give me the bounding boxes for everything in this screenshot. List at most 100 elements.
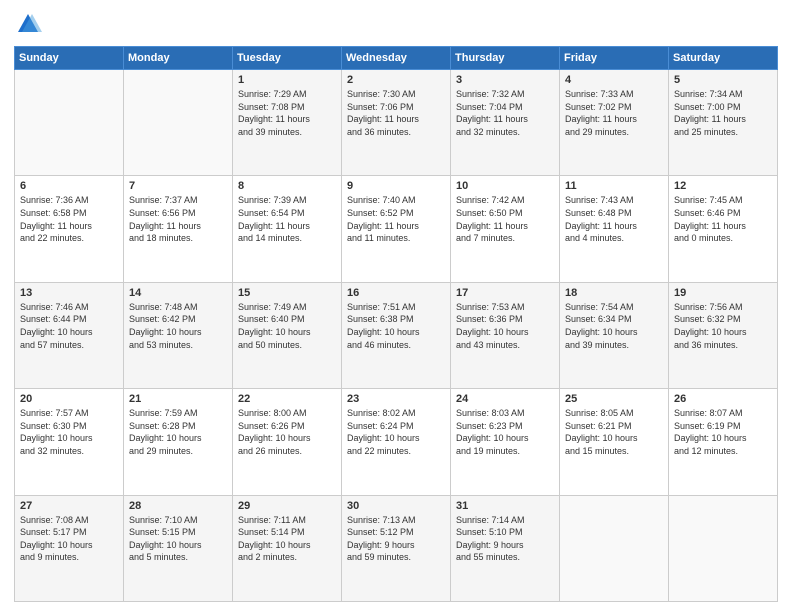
day-info: Sunrise: 8:03 AM Sunset: 6:23 PM Dayligh…: [456, 407, 554, 457]
logo-icon: [14, 10, 42, 38]
day-cell: 2 Sunrise: 7:30 AM Sunset: 7:06 PM Daylig…: [342, 70, 451, 176]
day-number: 9: [347, 180, 445, 192]
calendar: SundayMondayTuesdayWednesdayThursdayFrid…: [14, 46, 778, 602]
day-cell: 5 Sunrise: 7:34 AM Sunset: 7:00 PM Daylig…: [669, 70, 778, 176]
day-info: Sunrise: 8:07 AM Sunset: 6:19 PM Dayligh…: [674, 407, 772, 457]
day-cell: 28 Sunrise: 7:10 AM Sunset: 5:15 PM Dayli…: [124, 495, 233, 601]
day-cell: 3 Sunrise: 7:32 AM Sunset: 7:04 PM Daylig…: [451, 70, 560, 176]
day-cell: 10 Sunrise: 7:42 AM Sunset: 6:50 PM Dayli…: [451, 176, 560, 282]
day-cell: 6 Sunrise: 7:36 AM Sunset: 6:58 PM Daylig…: [15, 176, 124, 282]
day-info: Sunrise: 7:45 AM Sunset: 6:46 PM Dayligh…: [674, 194, 772, 244]
day-number: 21: [129, 393, 227, 405]
day-number: 8: [238, 180, 336, 192]
day-info: Sunrise: 7:40 AM Sunset: 6:52 PM Dayligh…: [347, 194, 445, 244]
day-info: Sunrise: 7:32 AM Sunset: 7:04 PM Dayligh…: [456, 88, 554, 138]
day-cell: 12 Sunrise: 7:45 AM Sunset: 6:46 PM Dayli…: [669, 176, 778, 282]
day-number: 26: [674, 393, 772, 405]
day-cell: 30 Sunrise: 7:13 AM Sunset: 5:12 PM Dayli…: [342, 495, 451, 601]
day-info: Sunrise: 7:51 AM Sunset: 6:38 PM Dayligh…: [347, 301, 445, 351]
weekday-header-friday: Friday: [560, 47, 669, 70]
day-cell: [124, 70, 233, 176]
day-info: Sunrise: 8:05 AM Sunset: 6:21 PM Dayligh…: [565, 407, 663, 457]
weekday-header-tuesday: Tuesday: [233, 47, 342, 70]
day-cell: 16 Sunrise: 7:51 AM Sunset: 6:38 PM Dayli…: [342, 282, 451, 388]
day-cell: 11Sunrise: 7:43 AM Sunset: 6:48 PM Dayli…: [560, 176, 669, 282]
day-number: 31: [456, 500, 554, 512]
day-cell: 14 Sunrise: 7:48 AM Sunset: 6:42 PM Dayli…: [124, 282, 233, 388]
day-cell: 20Sunrise: 7:57 AM Sunset: 6:30 PM Dayli…: [15, 389, 124, 495]
day-info: Sunrise: 8:02 AM Sunset: 6:24 PM Dayligh…: [347, 407, 445, 457]
day-cell: 27 Sunrise: 7:08 AM Sunset: 5:17 PM Dayli…: [15, 495, 124, 601]
day-number: 3: [456, 74, 554, 86]
day-info: Sunrise: 7:39 AM Sunset: 6:54 PM Dayligh…: [238, 194, 336, 244]
day-number: 6: [20, 180, 118, 192]
day-number: 2: [347, 74, 445, 86]
day-cell: 25 Sunrise: 8:05 AM Sunset: 6:21 PM Dayli…: [560, 389, 669, 495]
day-number: 10: [456, 180, 554, 192]
day-info: Sunrise: 7:13 AM Sunset: 5:12 PM Dayligh…: [347, 514, 445, 564]
week-row-5: 27 Sunrise: 7:08 AM Sunset: 5:17 PM Dayli…: [15, 495, 778, 601]
day-cell: 29 Sunrise: 7:11 AM Sunset: 5:14 PM Dayli…: [233, 495, 342, 601]
day-number: 29: [238, 500, 336, 512]
day-number: 19: [674, 287, 772, 299]
day-number: 23: [347, 393, 445, 405]
day-number: 16: [347, 287, 445, 299]
day-number: 22: [238, 393, 336, 405]
day-info: Sunrise: 7:33 AM Sunset: 7:02 PM Dayligh…: [565, 88, 663, 138]
day-cell: 15 Sunrise: 7:49 AM Sunset: 6:40 PM Dayli…: [233, 282, 342, 388]
header: [14, 10, 778, 38]
day-cell: 13Sunrise: 7:46 AM Sunset: 6:44 PM Dayli…: [15, 282, 124, 388]
day-info: Sunrise: 7:10 AM Sunset: 5:15 PM Dayligh…: [129, 514, 227, 564]
day-number: 17: [456, 287, 554, 299]
day-cell: 22Sunrise: 8:00 AM Sunset: 6:26 PM Dayli…: [233, 389, 342, 495]
day-cell: 23 Sunrise: 8:02 AM Sunset: 6:24 PM Dayli…: [342, 389, 451, 495]
day-info: Sunrise: 7:30 AM Sunset: 7:06 PM Dayligh…: [347, 88, 445, 138]
day-info: Sunrise: 7:37 AM Sunset: 6:56 PM Dayligh…: [129, 194, 227, 244]
day-info: Sunrise: 7:59 AM Sunset: 6:28 PM Dayligh…: [129, 407, 227, 457]
page: SundayMondayTuesdayWednesdayThursdayFrid…: [0, 0, 792, 612]
day-cell: 26 Sunrise: 8:07 AM Sunset: 6:19 PM Dayli…: [669, 389, 778, 495]
day-cell: 31 Sunrise: 7:14 AM Sunset: 5:10 PM Dayli…: [451, 495, 560, 601]
day-number: 13: [20, 287, 118, 299]
day-number: 14: [129, 287, 227, 299]
day-number: 7: [129, 180, 227, 192]
week-row-4: 20Sunrise: 7:57 AM Sunset: 6:30 PM Dayli…: [15, 389, 778, 495]
day-cell: 4 Sunrise: 7:33 AM Sunset: 7:02 PM Daylig…: [560, 70, 669, 176]
weekday-header-thursday: Thursday: [451, 47, 560, 70]
day-number: 5: [674, 74, 772, 86]
day-cell: 9 Sunrise: 7:40 AM Sunset: 6:52 PM Daylig…: [342, 176, 451, 282]
week-row-1: 1 Sunrise: 7:29 AM Sunset: 7:08 PM Daylig…: [15, 70, 778, 176]
day-number: 12: [674, 180, 772, 192]
day-number: 25: [565, 393, 663, 405]
day-cell: 1 Sunrise: 7:29 AM Sunset: 7:08 PM Daylig…: [233, 70, 342, 176]
day-info: Sunrise: 7:49 AM Sunset: 6:40 PM Dayligh…: [238, 301, 336, 351]
day-info: Sunrise: 7:14 AM Sunset: 5:10 PM Dayligh…: [456, 514, 554, 564]
day-info: Sunrise: 7:48 AM Sunset: 6:42 PM Dayligh…: [129, 301, 227, 351]
day-number: 4: [565, 74, 663, 86]
day-cell: [560, 495, 669, 601]
day-info: Sunrise: 7:34 AM Sunset: 7:00 PM Dayligh…: [674, 88, 772, 138]
day-cell: 24Sunrise: 8:03 AM Sunset: 6:23 PM Dayli…: [451, 389, 560, 495]
day-cell: 21 Sunrise: 7:59 AM Sunset: 6:28 PM Dayli…: [124, 389, 233, 495]
day-number: 28: [129, 500, 227, 512]
day-cell: 17 Sunrise: 7:53 AM Sunset: 6:36 PM Dayli…: [451, 282, 560, 388]
weekday-header-saturday: Saturday: [669, 47, 778, 70]
day-info: Sunrise: 7:54 AM Sunset: 6:34 PM Dayligh…: [565, 301, 663, 351]
day-info: Sunrise: 7:53 AM Sunset: 6:36 PM Dayligh…: [456, 301, 554, 351]
day-number: 30: [347, 500, 445, 512]
day-info: Sunrise: 7:36 AM Sunset: 6:58 PM Dayligh…: [20, 194, 118, 244]
day-number: 15: [238, 287, 336, 299]
week-row-3: 13Sunrise: 7:46 AM Sunset: 6:44 PM Dayli…: [15, 282, 778, 388]
day-info: Sunrise: 7:08 AM Sunset: 5:17 PM Dayligh…: [20, 514, 118, 564]
day-cell: 18Sunrise: 7:54 AM Sunset: 6:34 PM Dayli…: [560, 282, 669, 388]
day-number: 20: [20, 393, 118, 405]
day-info: Sunrise: 7:42 AM Sunset: 6:50 PM Dayligh…: [456, 194, 554, 244]
weekday-header-row: SundayMondayTuesdayWednesdayThursdayFrid…: [15, 47, 778, 70]
logo: [14, 10, 46, 38]
day-info: Sunrise: 7:29 AM Sunset: 7:08 PM Dayligh…: [238, 88, 336, 138]
day-number: 27: [20, 500, 118, 512]
day-cell: 8 Sunrise: 7:39 AM Sunset: 6:54 PM Daylig…: [233, 176, 342, 282]
day-number: 1: [238, 74, 336, 86]
day-info: Sunrise: 7:43 AM Sunset: 6:48 PM Dayligh…: [565, 194, 663, 244]
day-info: Sunrise: 7:11 AM Sunset: 5:14 PM Dayligh…: [238, 514, 336, 564]
